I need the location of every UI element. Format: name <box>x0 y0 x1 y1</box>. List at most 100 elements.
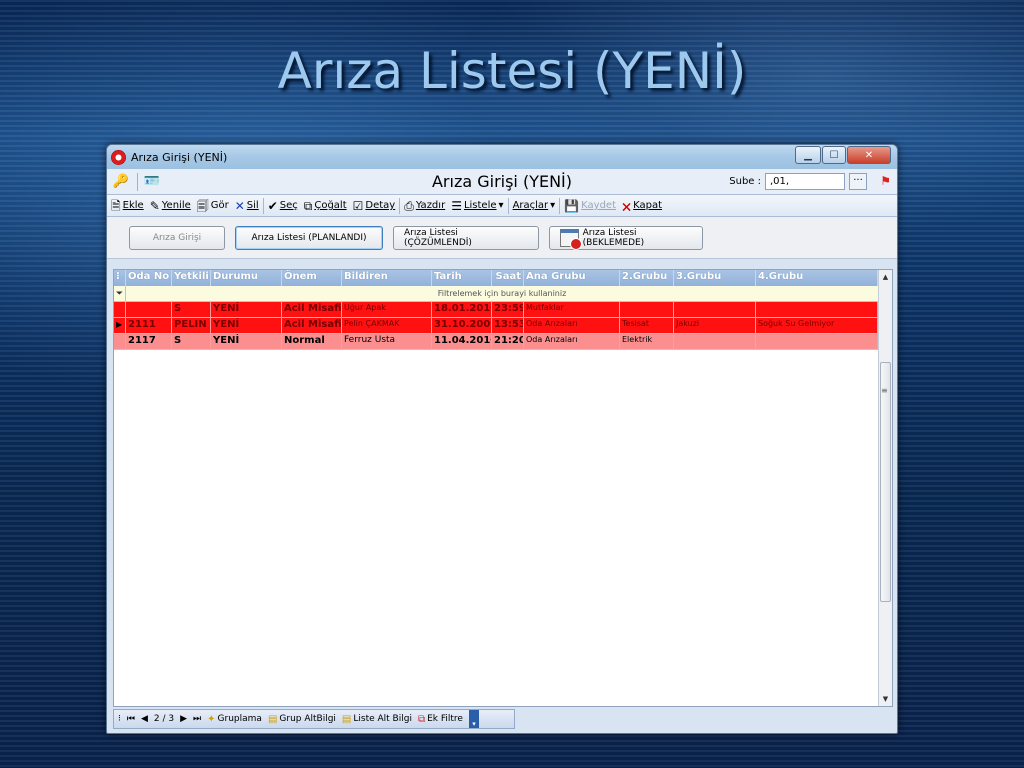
cell-grubu4 <box>756 302 878 317</box>
grup-altbilgi-button[interactable]: ▤ Grup AltBilgi <box>268 714 336 725</box>
gruplama-button[interactable]: ✦ Gruplama <box>207 714 262 725</box>
cell-tarih: 31.10.2009 <box>432 318 492 333</box>
tab-ariza-girisi[interactable]: Arıza Girişi <box>129 225 225 250</box>
fault-grid: ⁝ Oda No Yetkili Durumu Önem Bildiren Ta… <box>113 269 893 707</box>
prev-page-icon[interactable]: ◀ <box>141 714 148 724</box>
kapat-button[interactable]: 🗙 Kapat <box>622 200 662 212</box>
col-durumu[interactable]: Durumu <box>211 270 282 286</box>
col-grubu3[interactable]: 3.Grubu <box>674 270 756 286</box>
col-ana-grubu[interactable]: Ana Grubu <box>524 270 620 286</box>
cell-tarih: 11.04.2010 <box>432 334 492 349</box>
cell-ana-grubu: Mutfaklar <box>524 302 620 317</box>
toolbar-divider <box>559 197 561 214</box>
app-logo-icon <box>111 149 126 165</box>
cell-saat: 21:20 <box>492 334 524 349</box>
sil-button[interactable]: ✕ Sil <box>235 200 259 212</box>
cell-bildiren: Uğur Apak <box>342 302 432 317</box>
cell-yetkili: S <box>172 302 211 317</box>
scroll-grip-icon: ≡ <box>881 386 888 395</box>
cell-grubu4 <box>756 334 878 349</box>
form-header: 🔑 🪪 Arıza Girişi (YENİ) Sube : ··· ⚑ <box>107 169 897 195</box>
yenile-button[interactable]: ✎ Yenile <box>150 200 191 212</box>
table-row[interactable]: S YENİ Acil Misafir Uğur Apak 18.01.2010… <box>114 302 878 318</box>
sec-button[interactable]: ✔ Seç <box>268 200 298 212</box>
cell-onem: Normal <box>282 334 342 349</box>
vertical-scrollbar[interactable]: ▲ ≡ ▼ <box>878 270 892 706</box>
listele-button[interactable]: ☰ Listele ▾ <box>451 200 503 212</box>
minimize-button[interactable]: ▁ <box>795 146 821 164</box>
col-bildiren[interactable]: Bildiren <box>342 270 432 286</box>
toolbar-divider <box>262 197 264 214</box>
row-indicator <box>114 334 126 349</box>
toolbar-divider <box>399 197 401 214</box>
window-titlebar[interactable]: Arıza Girişi (YENİ) ▁ ☐ ✕ <box>107 145 897 169</box>
next-page-icon[interactable]: ▶ <box>180 714 187 724</box>
scroll-thumb[interactable] <box>880 362 891 602</box>
cell-yetkili: PELIN <box>172 318 211 333</box>
user-card-icon[interactable]: 🪪 <box>142 172 162 192</box>
col-yetkili[interactable]: Yetkili <box>172 270 211 286</box>
cell-onem: Acil Misafir <box>282 318 342 333</box>
tab-cozumlendi[interactable]: Arıza Listesi (ÇÖZÜMLENDİ) <box>393 225 539 250</box>
tab-planlandi[interactable]: Arıza Listesi (PLANLANDI) <box>235 225 383 250</box>
table-row[interactable]: ▶ 2111 PELIN YENİ Acil Misafir Pelin ÇAK… <box>114 318 878 334</box>
cell-onem: Acil Misafir <box>282 302 342 317</box>
cell-oda-no: 2111 <box>126 318 172 333</box>
maximize-button[interactable]: ☐ <box>822 146 846 164</box>
window-title: Arıza Girişi (YENİ) <box>131 150 228 164</box>
kaydet-button[interactable]: 💾 Kaydet <box>564 200 616 212</box>
cell-saat: 13:53 <box>492 318 524 333</box>
grid-navigator: ⁝ ⏮ ◀ 2 / 3 ▶ ⏭ ✦ Gruplama ▤ Grup AltBilgi… <box>113 709 515 729</box>
sube-input[interactable] <box>765 173 845 190</box>
grid-corner[interactable]: ⁝ <box>114 270 126 286</box>
cell-durumu: YENİ <box>211 318 282 333</box>
cogalt-button[interactable]: ⧉ Çoğalt <box>304 200 347 212</box>
scroll-down-icon[interactable]: ▼ <box>879 692 892 706</box>
scroll-up-icon[interactable]: ▲ <box>879 270 892 284</box>
navigator-grip-icon: ⁝ <box>118 714 121 724</box>
cell-oda-no <box>126 302 172 317</box>
tab-beklemede-label: Arıza Listesi (BEKLEMEDE) <box>582 227 645 248</box>
view-icon: 🗐 <box>196 198 209 213</box>
cell-oda-no: 2117 <box>126 334 172 349</box>
key-icon[interactable]: 🔑 <box>111 172 131 192</box>
col-onem[interactable]: Önem <box>282 270 342 286</box>
filter-icon[interactable]: ⏷ <box>114 286 126 301</box>
cell-grubu3 <box>674 302 756 317</box>
ekle-button[interactable]: 🗎 Ekle <box>111 200 144 212</box>
col-grubu2[interactable]: 2.Grubu <box>620 270 674 286</box>
save-icon: 💾 <box>564 198 580 213</box>
gor-button[interactable]: 🗐 Gör <box>197 200 229 212</box>
close-button[interactable]: ✕ <box>847 146 891 164</box>
filter-hint: Filtrelemek için burayi kullaniniz <box>437 289 567 298</box>
sube-lookup-button[interactable]: ··· <box>849 173 867 190</box>
close-window-icon: 🗙 <box>622 198 632 213</box>
filter-row[interactable]: ⏷ Filtrelemek için burayi kullaniniz <box>114 286 878 302</box>
navigator-menu-icon[interactable]: ▾ <box>468 710 479 728</box>
col-tarih[interactable]: Tarih <box>432 270 492 286</box>
tab-beklemede[interactable]: Arıza Listesi (BEKLEMEDE) <box>549 225 703 250</box>
flag-icon[interactable]: ⚑ <box>880 174 891 188</box>
calendar-alert-icon <box>560 228 582 250</box>
cell-ana-grubu: Oda Arızaları <box>524 334 620 349</box>
araclar-menu[interactable]: Araçlar ▾ <box>513 200 556 211</box>
cell-bildiren: Ferruz Usta <box>342 334 432 349</box>
yazdir-button[interactable]: ⎙ Yazdır <box>404 200 445 212</box>
header-divider <box>137 172 138 191</box>
extra-filter-icon: ⧉ <box>417 713 426 725</box>
col-oda-no[interactable]: Oda No <box>126 270 172 286</box>
cell-grubu2: Tesisat <box>620 318 674 333</box>
toolbar-divider <box>507 197 509 214</box>
page-indicator: 2 / 3 <box>153 714 175 724</box>
cell-ana-grubu: Oda Arızaları <box>524 318 620 333</box>
liste-alt-bilgi-button[interactable]: ▤ Liste Alt Bilgi <box>342 714 412 725</box>
col-saat[interactable]: Saat <box>492 270 524 286</box>
last-page-icon[interactable]: ⏭ <box>193 714 201 724</box>
first-page-icon[interactable]: ⏮ <box>127 714 135 724</box>
list-footer-icon: ▤ <box>341 713 352 725</box>
ek-filtre-button[interactable]: ⧉ Ek Filtre <box>418 714 463 725</box>
table-row[interactable]: 2117 S YENİ Normal Ferruz Usta 11.04.201… <box>114 334 878 350</box>
detay-button[interactable]: ☑ Detay <box>353 200 396 212</box>
col-grubu4[interactable]: 4.Grubu <box>756 270 878 286</box>
delete-x-icon: ✕ <box>234 198 245 213</box>
